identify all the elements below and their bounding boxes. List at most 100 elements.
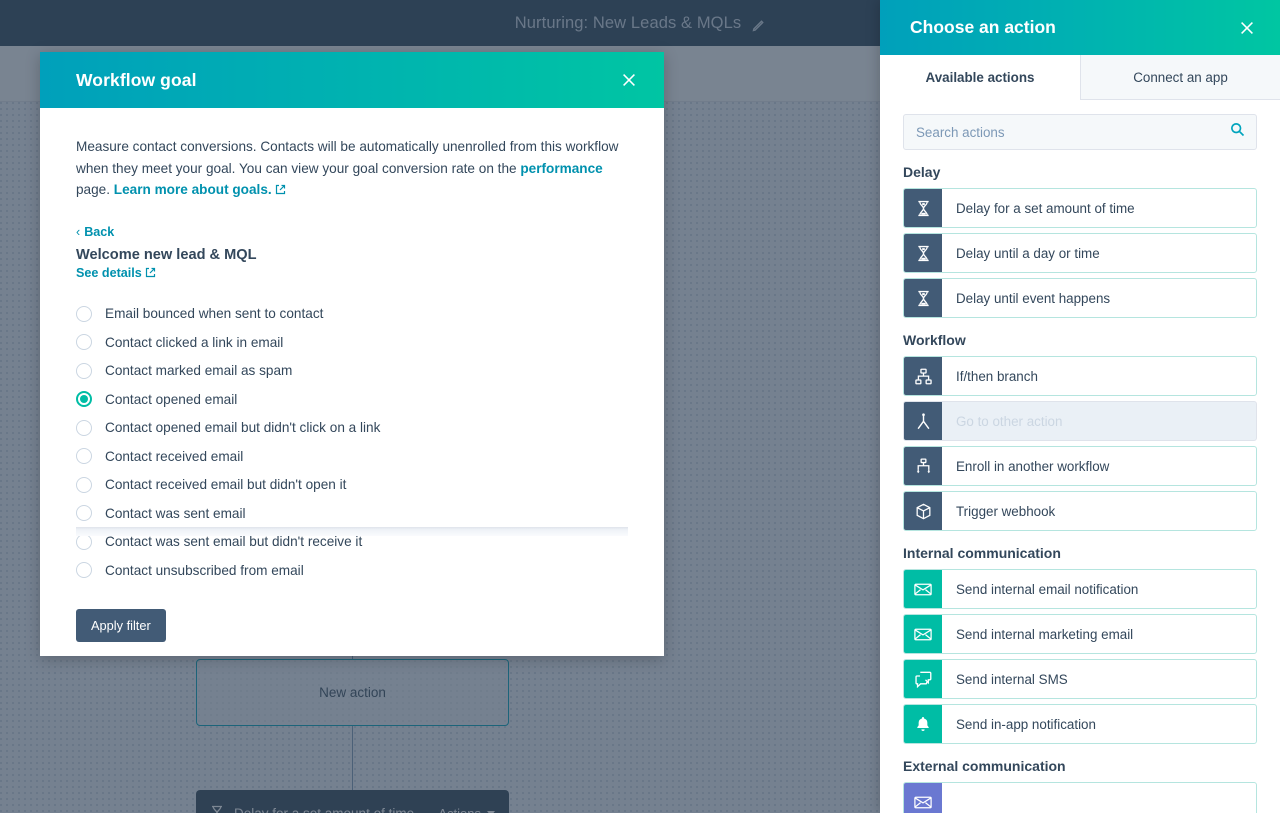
modal-divider [76, 527, 628, 536]
action-item: Go to other action [903, 401, 1257, 441]
action-group-title: Delay [903, 164, 941, 180]
action-item[interactable]: Delay until a day or time [903, 233, 1257, 273]
modal-body: Measure contact conversions. Contacts wi… [40, 108, 664, 594]
radio-unselected-icon[interactable] [76, 533, 92, 550]
back-chevron-icon: ‹ [76, 224, 81, 239]
action-item-label: Send internal email notification [956, 581, 1139, 597]
action-item[interactable]: Enroll in another workflow [903, 446, 1257, 486]
panel-header: Choose an action [880, 0, 1280, 55]
apply-filter-button[interactable]: Apply filter [76, 608, 166, 642]
radio-unselected-icon[interactable] [76, 476, 92, 493]
hourglass-icon [904, 189, 942, 227]
tab-available-actions-label: Available actions [925, 69, 1035, 85]
action-item[interactable]: Send in-app notification [903, 704, 1257, 744]
radio-unselected-icon[interactable] [76, 448, 92, 465]
radio-unselected-icon[interactable] [76, 562, 92, 579]
radio-unselected-icon[interactable] [76, 419, 92, 436]
modal-header: Workflow goal [40, 52, 664, 108]
tab-connect-an-app[interactable]: Connect an app [1080, 55, 1280, 100]
goal-option-row[interactable]: Contact was sent email [76, 499, 628, 528]
goal-option-row[interactable]: Contact marked email as spam [76, 357, 628, 386]
choose-an-action-panel: Choose an action Available actions Conne… [880, 0, 1280, 813]
close-icon[interactable] [1234, 15, 1260, 41]
actions-list[interactable]: Delay Delay for a set amount of time Delay… [880, 150, 1280, 813]
goal-option-label: Contact received email [105, 448, 244, 464]
goal-option-label: Contact received email but didn't open i… [105, 477, 347, 493]
action-item[interactable]: Delay until event happens [903, 278, 1257, 318]
goal-option-row[interactable]: Contact opened email but didn't click on… [76, 414, 628, 443]
envelope-icon [904, 615, 942, 653]
action-item-label: Send internal marketing email [956, 626, 1134, 642]
search-box[interactable] [903, 114, 1257, 150]
action-group-title: Internal communication [903, 545, 1061, 561]
goal-option-row[interactable]: Contact received email [76, 442, 628, 471]
search-icon[interactable] [1230, 122, 1245, 142]
goto-action-icon [904, 402, 942, 440]
radio-unselected-icon[interactable] [76, 362, 92, 379]
action-item-label: Delay until a day or time [956, 245, 1100, 261]
goal-option-row[interactable]: Contact opened email [76, 385, 628, 414]
action-item[interactable]: Trigger webhook [903, 491, 1257, 531]
action-item[interactable]: Delay for a set amount of time [903, 188, 1257, 228]
modal-title: Workflow goal [76, 69, 197, 90]
cube-icon [904, 492, 942, 530]
modal-footer: Apply filter [40, 594, 664, 656]
action-item-label: Trigger webhook [956, 503, 1056, 519]
close-icon[interactable] [616, 67, 642, 93]
action-item-label: Delay for a set amount of time [956, 200, 1135, 216]
goal-option-label: Contact clicked a link in email [105, 334, 284, 350]
action-item-label: Delay until event happens [956, 290, 1111, 306]
goal-options-radio-group[interactable]: Email bounced when sent to contact Contac… [76, 300, 628, 585]
action-item-label: Enroll in another workflow [956, 458, 1110, 474]
radio-unselected-icon[interactable] [76, 334, 92, 351]
goal-option-row[interactable]: Contact unsubscribed from email [76, 556, 628, 585]
panel-search-container [880, 100, 1280, 150]
goal-option-label: Contact was sent email [105, 505, 246, 521]
bell-icon [904, 705, 942, 743]
goal-option-row[interactable]: Contact received email but didn't open i… [76, 471, 628, 500]
goal-option-row[interactable]: Contact clicked a link in email [76, 328, 628, 357]
tab-available-actions[interactable]: Available actions [880, 55, 1080, 100]
action-item[interactable]: Send internal marketing email [903, 614, 1257, 654]
modal-description: Measure contact conversions. Contacts wi… [76, 136, 624, 201]
workflow-goal-modal: Workflow goal Measure contact conversion… [40, 52, 664, 656]
hourglass-icon [904, 234, 942, 272]
goal-name: Welcome new lead & MQL [76, 246, 257, 263]
radio-unselected-icon[interactable] [76, 305, 92, 322]
branch-icon [904, 357, 942, 395]
action-item-label: Send in-app notification [956, 716, 1096, 732]
goal-option-label: Contact marked email as spam [105, 363, 293, 379]
action-item[interactable]: If/then branch [903, 356, 1257, 396]
see-details-link[interactable]: See details [76, 266, 156, 280]
goal-option-label: Contact unsubscribed from email [105, 562, 304, 578]
action-item-label [942, 783, 1256, 813]
performance-link[interactable]: performance [520, 161, 602, 176]
search-input[interactable] [904, 115, 1256, 149]
see-details-label: See details [76, 265, 142, 280]
enroll-workflow-icon [904, 447, 942, 485]
goal-option-label: Contact opened email but didn't click on… [105, 420, 381, 436]
action-group-title: External communication [903, 758, 1066, 774]
envelope-icon [904, 570, 942, 608]
action-item[interactable]: Send internal SMS [903, 659, 1257, 699]
learn-more-link[interactable]: Learn more about goals. [114, 182, 272, 197]
action-item-label: Go to other action [956, 413, 1063, 429]
radio-selected-icon[interactable] [76, 391, 92, 408]
panel-tabs[interactable]: Available actions Connect an app [880, 55, 1280, 100]
action-item[interactable] [903, 782, 1257, 813]
back-link-label: Back [84, 224, 115, 239]
external-link-icon [145, 267, 156, 278]
tab-connect-an-app-label: Connect an app [1133, 69, 1228, 85]
hourglass-icon [904, 279, 942, 317]
back-link[interactable]: ‹ Back [76, 225, 114, 239]
goal-option-label: Contact opened email [105, 391, 238, 407]
action-item[interactable]: Send internal email notification [903, 569, 1257, 609]
goal-option-row[interactable]: Email bounced when sent to contact [76, 300, 628, 329]
radio-unselected-icon[interactable] [76, 505, 92, 522]
modal-description-part2: page. [76, 182, 114, 197]
goal-option-label: Email bounced when sent to contact [105, 306, 324, 322]
screen-root: New action Delay for a set amount of tim… [0, 0, 1280, 813]
action-group-title: Workflow [903, 332, 966, 348]
envelope-icon [904, 783, 942, 813]
external-link-icon [275, 180, 286, 195]
